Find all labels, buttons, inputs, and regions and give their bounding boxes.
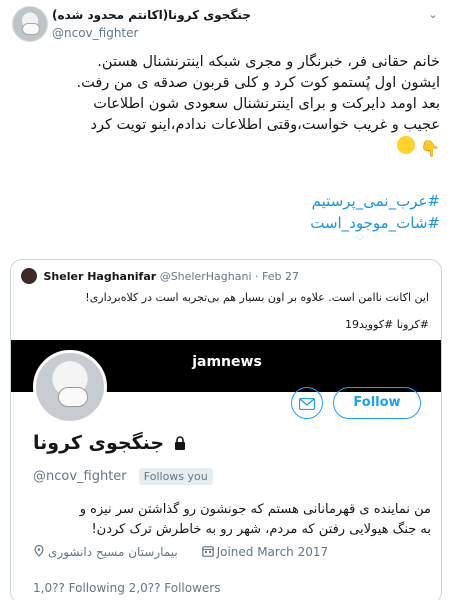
handle[interactable]: @ncov_fighter [52,26,138,40]
quote-hashtags: #کرونا #کووید19 [344,318,429,331]
sweat-smile-icon [397,136,416,154]
tweet-text: خانم حقانی فر، خبرنگار و مجری شبکه اینتر… [10,52,441,159]
bio-line: من نماینده ی قهرمانانی هستم که جونشون رو… [79,502,431,517]
profile-name-text: جنگجوی کرونا [33,432,165,454]
profile-counts: 1,0?? Following 2,0?? Followers [33,581,221,595]
hand-pointing-down-icon: 👇 [420,139,440,158]
follows-you-badge: Follows you [138,468,213,485]
avatar[interactable] [12,6,48,42]
quote-text: این اکانت ناامن است. علاوه بر اون بسیار … [85,291,429,304]
profile-avatar [33,350,107,424]
quote-date: · Feb 27 [255,270,299,283]
bio-line: به جنگ هیولایی رفتن که مردم، شهر رو به خ… [91,522,431,537]
profile-bio: من نماینده ی قهرمانانی هستم که جونشون رو… [80,500,431,540]
mask-graphic [58,387,88,407]
quoted-tweet[interactable]: Sheler Haghanifar @ShelerHaghani · Feb 2… [10,259,442,600]
hashtag-link[interactable]: #عرب_نمی_پرستیم [310,190,440,212]
lock-icon [174,436,185,450]
joined-text: Joined March 2017 [216,545,329,559]
quote-handle: @ShelerHaghani [159,270,252,283]
tweet-line: ایشون اول پُستمو کوت کرد و کلی قربون صدق… [76,75,441,91]
quote-header: Sheler Haghanifar @ShelerHaghani · Feb 2… [21,268,299,284]
profile-meta: بیمارستان مسیح دانشوری Joined March 2017 [33,545,348,559]
envelope-icon [298,397,316,411]
calendar-icon [201,546,214,557]
follow-button[interactable]: Follow [333,387,421,419]
display-name[interactable]: جنگجوی کرونا(اکانتم محدود شده) [52,8,251,22]
quote-name: Sheler Haghanifar [43,270,157,283]
profile-name: جنگجوی کرونا [33,432,186,454]
profile-handle: @ncov_fighter [33,469,127,484]
joined: Joined March 2017 [201,545,339,559]
profile-handle-row: @ncov_fighter Follows you [33,468,213,485]
chevron-down-icon[interactable]: ⌄ [426,8,440,22]
mask-graphic [22,23,40,35]
tweet-line: بعد اومد دایرکت و برای اینترنشنال سعودی … [93,96,440,112]
profile-screenshot: jamnews Follow جنگجوی کرونا @ncov_fighte… [11,340,441,600]
message-button[interactable] [291,387,323,419]
location-text: بیمارستان مسیح دانشوری [48,545,178,559]
tweet-emojis: 👇 [10,136,440,159]
location-pin-icon [34,545,44,557]
tweet-line: عجیب و غریب خواست،وقتی اطلاعات ندادم،این… [90,117,440,133]
hashtag-link[interactable]: #شات_موجود_است [310,212,440,234]
location: بیمارستان مسیح دانشوری [33,545,192,559]
hashtags: #عرب_نمی_پرستیم #شات_موجود_است [310,190,440,234]
tweet-line: خانم حقانی فر، خبرنگار و مجری شبکه اینتر… [97,54,440,70]
quote-avatar [21,268,37,284]
